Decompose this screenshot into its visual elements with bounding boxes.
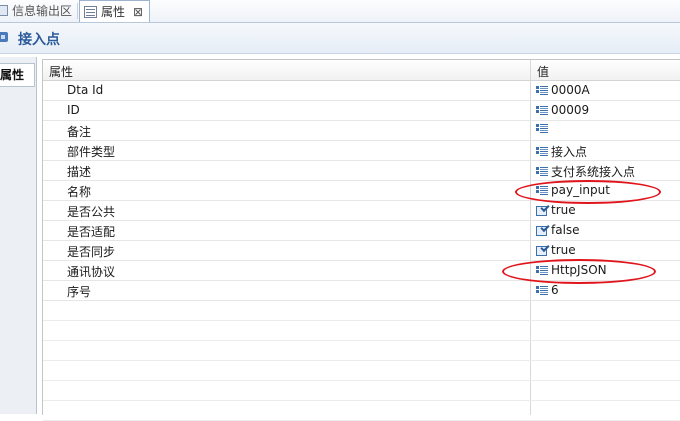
boolean-icon [536,245,548,256]
tab-divider [77,3,78,19]
table-header: 属性 值 [43,60,680,81]
text-icon [536,146,548,157]
property-value-text: 接入点 [551,145,588,159]
annotation-oval-name [515,180,661,204]
empty-row [43,360,680,381]
property-value[interactable]: 支付系统接入点 [536,163,635,180]
text-icon [536,85,548,96]
property-value[interactable] [536,123,551,134]
page-title: 接入点 [18,32,60,48]
text-icon [536,105,548,116]
property-name: 通讯协议 [67,265,116,279]
table-row[interactable]: 部件类型 接入点 [43,140,680,161]
property-value-text: false [551,223,580,237]
property-name: 序号 [67,285,92,299]
text-icon [536,285,548,296]
property-name: 是否公共 [67,205,116,219]
empty-row [43,300,680,321]
view-tab-bar: 信息输出区 属性 ⊠ [0,0,680,23]
boolean-icon [536,225,548,236]
empty-row [43,340,680,361]
table-row[interactable]: 是否同步 true [43,240,680,261]
properties-icon [84,5,97,18]
property-value-text: 6 [551,283,559,297]
text-icon [536,166,548,177]
column-header-property[interactable]: 属性 [49,63,73,80]
text-icon [536,123,548,134]
property-name: 名称 [67,185,92,199]
tab-info-output-label: 信息输出区 [12,4,73,18]
boolean-icon [536,205,548,216]
console-icon [0,5,8,16]
property-name: 部件类型 [67,145,116,159]
property-value-text: 支付系统接入点 [551,165,636,179]
tab-properties-label: 属性 [101,5,126,19]
property-value[interactable]: 0000A [536,83,590,97]
tab-properties[interactable]: 属性 ⊠ [79,0,151,22]
property-value[interactable]: true [536,203,576,217]
property-value-text: 00009 [551,103,590,117]
property-value[interactable]: 接入点 [536,143,587,160]
section-tab-properties[interactable]: 属性 [0,63,35,87]
section-tabs: 属性 [0,57,37,414]
property-table: 属性 值 Dta Id 0000A ID 00009 备注部件类型 接入点描述 支付系统接入… [42,59,680,421]
property-name: Dta Id [67,83,104,97]
properties-title-bar: 接入点 [0,23,680,54]
property-name: 描述 [67,165,92,179]
property-name: 备注 [67,125,92,139]
property-name: 是否适配 [67,225,116,239]
property-name: 是否同步 [67,245,116,259]
column-header-value[interactable]: 值 [537,63,549,80]
table-row[interactable]: 备注 [43,120,680,141]
property-value-text: 0000A [551,83,590,97]
table-row[interactable]: 描述 支付系统接入点 [43,160,680,181]
empty-row [43,320,680,341]
property-value[interactable]: false [536,223,580,237]
property-value[interactable]: true [536,243,576,257]
table-row[interactable]: ID 00009 [43,100,680,121]
empty-row [43,400,680,421]
property-value[interactable]: 6 [536,283,559,297]
property-name: ID [67,103,80,117]
table-row[interactable]: Dta Id 0000A [43,80,680,101]
access-point-icon [0,32,8,42]
property-value-text: true [551,243,576,257]
tab-info-output[interactable]: 信息输出区 [0,0,72,21]
property-value[interactable]: 00009 [536,103,589,117]
table-row[interactable]: 是否适配 false [43,220,680,241]
property-value-text: true [551,203,576,217]
annotation-oval-protocol [502,259,656,284]
empty-row [43,380,680,401]
close-icon[interactable]: ⊠ [133,5,143,19]
